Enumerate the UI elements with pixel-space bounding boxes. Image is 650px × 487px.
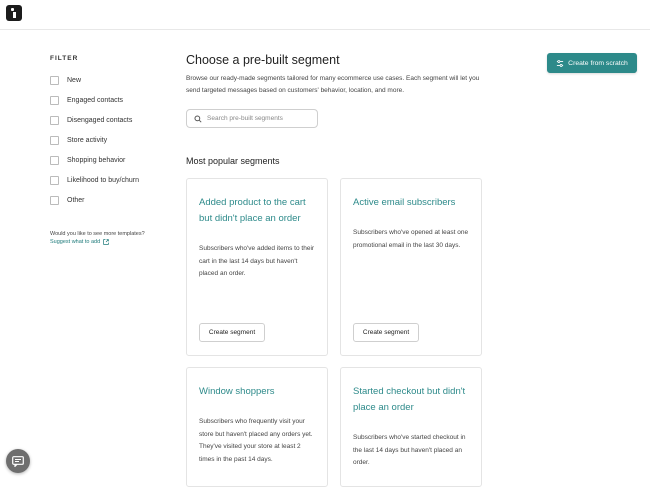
checkbox[interactable] [50,195,59,205]
checkbox[interactable] [50,155,59,165]
section-title: Most popular segments [186,156,280,166]
create-segment-button[interactable]: Create segment [199,323,265,342]
filter-heading: FILTER [50,55,79,62]
filter-item-store-activity[interactable]: Store activity [50,130,139,150]
card-title: Added product to the cart but didn't pla… [199,197,306,224]
filter-label: Store activity [67,136,108,144]
create-from-scratch-label: Create from scratch [568,59,628,67]
filter-item-disengaged[interactable]: Disengaged contacts [50,110,139,130]
filter-label: Likelihood to buy/churn [67,176,139,184]
create-segment-button[interactable]: Create segment [353,323,419,342]
card-title: Started checkout but didn't place an ord… [353,386,466,413]
filter-item-new[interactable]: New [50,70,139,90]
checkbox[interactable] [50,175,59,185]
segment-card[interactable]: Window shoppers Subscribers who frequent… [186,367,328,487]
checkbox[interactable] [50,75,59,85]
suggest-link-label: Suggest what to add [50,239,101,245]
card-title: Window shoppers [199,386,275,397]
create-from-scratch-button[interactable]: Create from scratch [547,53,637,73]
filter-label: Engaged contacts [67,96,124,104]
filter-label: Shopping behavior [67,156,126,164]
chat-button[interactable] [6,449,30,473]
app-logo-icon[interactable] [6,5,22,21]
filter-label: New [67,76,82,84]
filter-item-other[interactable]: Other [50,190,139,210]
filter-item-shopping-behavior[interactable]: Shopping behavior [50,150,139,170]
sliders-icon [557,59,564,67]
segment-card[interactable]: Added product to the cart but didn't pla… [186,178,328,356]
search-icon [194,114,202,123]
search-input[interactable] [207,115,307,122]
search-box[interactable] [186,109,318,128]
filter-label: Disengaged contacts [67,116,133,124]
checkbox[interactable] [50,115,59,125]
page-title: Choose a pre-built segment [186,53,340,67]
suggest-link[interactable]: Suggest what to add [50,239,109,245]
card-description: Subscribers who've opened at least one p… [353,229,469,249]
filter-list: New Engaged contacts Disengaged contacts… [50,70,139,210]
segment-card[interactable]: Active email subscribers Subscribers who… [340,178,482,356]
card-title: Active email subscribers [353,197,456,208]
filter-item-likelihood[interactable]: Likelihood to buy/churn [50,170,139,190]
external-link-icon [103,239,109,245]
page-description: Browse our ready-made segments tailored … [186,75,480,94]
filter-label: Other [67,196,85,204]
card-description: Subscribers who frequently visit your st… [199,418,313,463]
checkbox[interactable] [50,95,59,105]
card-description: Subscribers who've started checkout in t… [353,434,466,466]
top-bar [0,0,650,30]
checkbox[interactable] [50,135,59,145]
card-description: Subscribers who've added items to their … [199,245,315,277]
filter-item-engaged[interactable]: Engaged contacts [50,90,139,110]
segment-card[interactable]: Started checkout but didn't place an ord… [340,367,482,487]
chat-icon [12,455,24,467]
more-templates-text: Would you like to see more templates? [50,231,145,237]
